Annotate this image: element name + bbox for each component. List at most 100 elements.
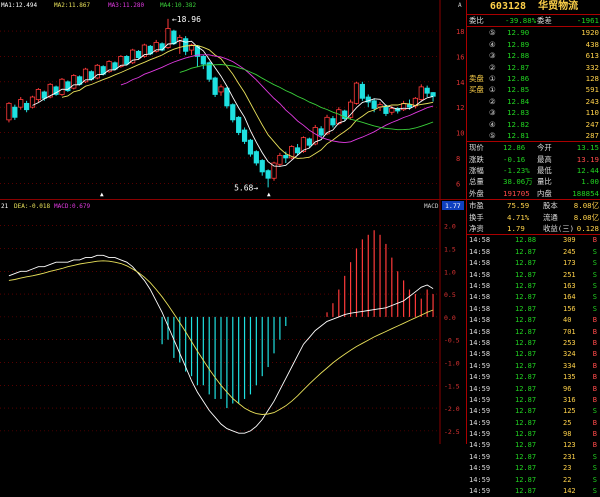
- tick-row: 14:58 12.87 163 S: [467, 281, 600, 292]
- chart-area[interactable]: 18 16 14 12 10 8 6 MA1:12.494 MA2:11.867 MA3:11.2…: [0, 0, 466, 444]
- candle: [171, 30, 177, 45]
- tick-volume: 135: [563, 373, 576, 382]
- candle: [336, 109, 342, 125]
- tick-side: S: [592, 247, 597, 256]
- sell-price: 12.86: [507, 73, 530, 83]
- tick-list[interactable]: 14:58 12.88 309 B 14:58 12.87 245 S 14:58 12.87 17…: [467, 235, 600, 497]
- tick-volume: 231: [563, 452, 576, 461]
- tick-price: 12.87: [515, 430, 537, 439]
- sell-orders: ⑤ 12.90 1920 ④ 12.89 438 ③ 12.88 613 ② 12.87 332 卖盘 ①…: [467, 27, 600, 84]
- fund-value-2: 8.08亿: [573, 212, 599, 222]
- macd-chart[interactable]: 2.0 1.5 1.0 0.5 0.0 -0.5 -1.0 -1.5 -2.0 -2.5 21 DEA…: [0, 200, 466, 444]
- candle: [218, 86, 224, 93]
- fundamental-row: 市盈 75.59 股本 8.08亿: [467, 200, 600, 211]
- macd-tick: 0.0: [444, 314, 456, 322]
- tick-volume: 156: [563, 304, 576, 313]
- buy-price: 12.85: [507, 85, 530, 95]
- buy-volume: 243: [585, 96, 599, 106]
- macd-tick: 1.5: [444, 245, 456, 253]
- tick-volume: 22: [563, 475, 572, 484]
- price-tick: 18: [456, 28, 464, 36]
- tick-row: 14:58 12.87 701 B: [467, 327, 600, 338]
- tick-volume: 253: [563, 338, 576, 347]
- tick-row: 14:58 12.87 156 S: [467, 304, 600, 315]
- fund-label: 换手: [469, 212, 484, 222]
- stat-value-2: 13.15: [576, 143, 599, 153]
- tick-side: S: [592, 475, 597, 484]
- sell-level-2: ② 12.87 332: [467, 62, 600, 73]
- tick-row: 14:59 12.87 22 S: [467, 475, 600, 486]
- ma-legend-3: MA3:11.280: [108, 2, 145, 9]
- tick-price: 12.87: [515, 327, 537, 336]
- tick-row: 14:59 12.87 316 B: [467, 395, 600, 406]
- tick-side: B: [592, 316, 597, 325]
- fund-label-2: 流通: [543, 212, 558, 222]
- stat-label-2: 最低: [537, 166, 552, 176]
- stat-label: 现价: [469, 143, 484, 153]
- fund-label: 市盈: [469, 201, 484, 211]
- tick-volume: 125: [563, 407, 576, 416]
- tick-row: 14:59 12.87 25 B: [467, 418, 600, 429]
- candle: [330, 118, 336, 126]
- sell-level-5: ⑤ 12.90 1920: [467, 27, 600, 38]
- buy-level-1: 买盘 ① 12.85 591: [467, 84, 600, 95]
- tick-price: 12.87: [515, 418, 537, 427]
- tick-time: 14:58: [469, 338, 491, 347]
- high-annotation: ←18.96: [172, 15, 201, 24]
- tick-volume: 334: [563, 361, 576, 370]
- tick-price: 12.87: [515, 441, 537, 450]
- tick-side: B: [592, 418, 597, 427]
- stock-code: 603128: [489, 1, 527, 12]
- fund-value-2: 0.128: [576, 224, 599, 234]
- buy-index: ④: [489, 119, 496, 129]
- tick-row: 14:59 12.87 23 S: [467, 463, 600, 474]
- buy-price: 12.82: [507, 119, 530, 129]
- buy-volume: 247: [585, 119, 599, 129]
- macd-tick: -2.0: [444, 405, 460, 413]
- stat-label-2: 量比: [537, 177, 552, 187]
- candle: [359, 83, 365, 99]
- tick-price: 12.87: [515, 304, 537, 313]
- tick-volume: 309: [563, 236, 576, 245]
- candle: [318, 128, 324, 136]
- buy-level-3: ③ 12.83 110: [467, 107, 600, 118]
- sell-volume: 332: [585, 62, 599, 72]
- kline-chart[interactable]: 18 16 14 12 10 8 6 MA1:12.494 MA2:11.867 MA3:11.2…: [0, 0, 466, 200]
- marker-arrow-1: ▲: [100, 191, 104, 198]
- candle: [236, 116, 242, 133]
- macd-tick: -2.5: [444, 428, 460, 436]
- stat-label: 外盘: [469, 188, 484, 198]
- buy-volume: 287: [585, 130, 599, 140]
- sell-volume: 438: [585, 39, 599, 49]
- buy-orders: 买盘 ① 12.85 591 ② 12.84 243 ③ 12.83 110 ④ 12.82 247 ⑤ 1…: [467, 84, 600, 143]
- tick-volume: 142: [563, 487, 576, 496]
- buy-label: 买盘: [469, 85, 484, 95]
- price-tick: 6: [456, 180, 460, 188]
- sell-volume: 1920: [581, 28, 599, 38]
- macd-tick: -1.5: [444, 382, 460, 390]
- tick-side: S: [592, 281, 597, 290]
- tick-volume: 173: [563, 259, 576, 268]
- price-tick: 12: [456, 104, 464, 112]
- tick-side: B: [592, 384, 597, 393]
- tick-row: 14:59 12.87 334 B: [467, 361, 600, 372]
- sell-level-4: ④ 12.89 438: [467, 39, 600, 50]
- buy-index: ③: [489, 108, 496, 118]
- candle: [35, 89, 41, 100]
- price-tick: 10: [456, 130, 464, 138]
- candle: [212, 77, 218, 95]
- tick-volume: 251: [563, 270, 576, 279]
- tick-volume: 163: [563, 281, 576, 290]
- tick-side: S: [592, 452, 597, 461]
- tick-time: 14:59: [469, 418, 491, 427]
- tick-side: B: [592, 441, 597, 450]
- tick-volume: 324: [563, 350, 576, 359]
- tick-side: B: [592, 236, 597, 245]
- tick-row: 14:59 12.87 231 S: [467, 452, 600, 463]
- tick-side: B: [592, 361, 597, 370]
- tick-time: 14:58: [469, 259, 491, 268]
- tick-time: 14:59: [469, 487, 491, 496]
- candle: [277, 154, 283, 165]
- buy-level-2: ② 12.84 243: [467, 96, 600, 107]
- fund-value: 1.79: [507, 224, 525, 234]
